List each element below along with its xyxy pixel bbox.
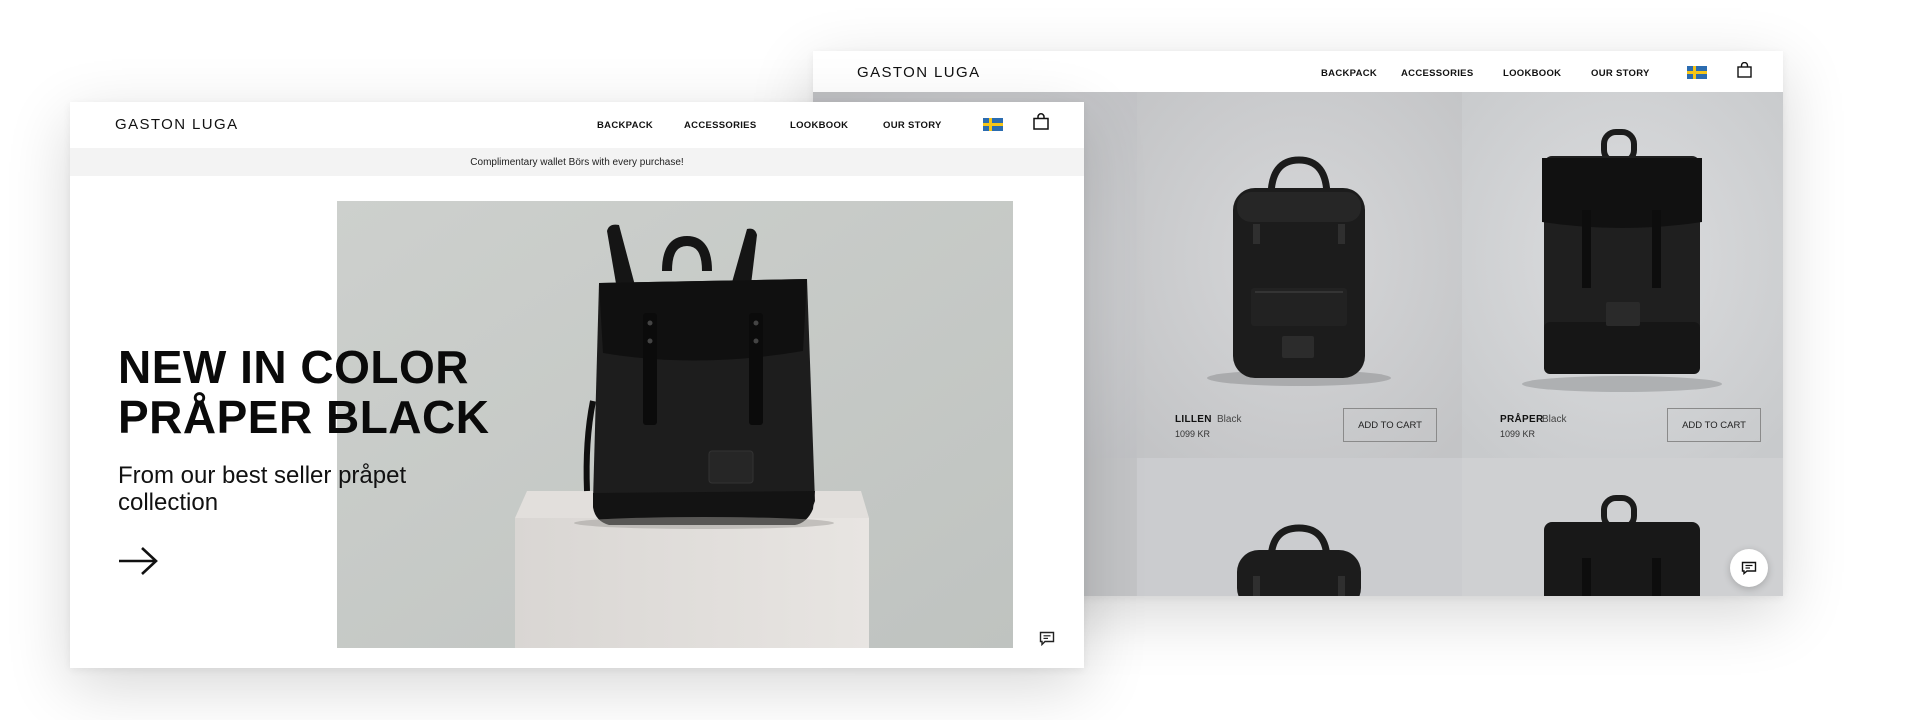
product-color: Black <box>1217 414 1242 425</box>
product-name[interactable]: PRÅPER <box>1500 414 1543 425</box>
hero-subheadline: From our best seller pråpet collection <box>118 462 407 516</box>
product-color: Black <box>1542 414 1567 425</box>
nav-accessories[interactable]: ACCESSORIES <box>684 120 756 131</box>
nav-lookbook[interactable]: LOOKBOOK <box>790 120 848 131</box>
headline-line-1: NEW IN COLOR <box>118 341 469 393</box>
brand-logo[interactable]: GASTON LUGA <box>115 116 238 133</box>
nav-backpack[interactable]: BACKPACK <box>1321 68 1377 79</box>
nav-our-story[interactable]: OUR STORY <box>1591 68 1650 79</box>
backpack-image <box>1237 524 1361 596</box>
top-navigation-bar: GASTON LUGA BACKPACK ACCESSORIES LOOKBOO… <box>70 102 1084 148</box>
add-to-cart-button[interactable]: ADD TO CART <box>1343 408 1437 442</box>
product-card-lillen[interactable]: LILLEN Black 1099 KR ADD TO CART <box>1137 92 1462 458</box>
chat-button[interactable] <box>1730 549 1768 587</box>
backpack-image <box>1462 92 1783 458</box>
top-navigation-bar: GASTON LUGA BACKPACK ACCESSORIES LOOKBOO… <box>813 51 1783 92</box>
sweden-flag-icon[interactable] <box>983 118 1003 131</box>
brand-logo[interactable]: GASTON LUGA <box>857 64 980 81</box>
product-card[interactable] <box>1137 458 1462 596</box>
sweden-flag-icon[interactable] <box>1687 66 1707 79</box>
nav-our-story[interactable]: OUR STORY <box>883 120 942 131</box>
product-name[interactable]: LILLEN <box>1175 414 1212 425</box>
chat-icon <box>1741 561 1757 575</box>
nav-lookbook[interactable]: LOOKBOOK <box>1503 68 1561 79</box>
headline-line-2: PRÅPER BLACK <box>118 391 490 443</box>
hero-headline: NEW IN COLOR PRÅPER BLACK <box>118 342 489 442</box>
shopping-bag-icon[interactable] <box>1033 113 1049 130</box>
add-to-cart-button[interactable]: ADD TO CART <box>1667 408 1761 442</box>
chat-icon[interactable] <box>1039 631 1055 646</box>
product-price: 1099 KR <box>1500 429 1536 439</box>
homepage-window: GASTON LUGA BACKPACK ACCESSORIES LOOKBOO… <box>70 102 1084 668</box>
product-card-praper[interactable]: PRÅPER Black 1099 KR ADD TO CART <box>1462 92 1783 458</box>
nav-backpack[interactable]: BACKPACK <box>597 120 653 131</box>
shopping-bag-icon[interactable] <box>1737 62 1752 78</box>
product-price: 1099 KR <box>1175 429 1211 439</box>
promo-banner: Complimentary wallet Börs with every pur… <box>70 148 1084 176</box>
nav-accessories[interactable]: ACCESSORIES <box>1401 68 1473 79</box>
arrow-right-icon[interactable] <box>118 546 160 576</box>
backpack-image <box>1137 92 1462 458</box>
